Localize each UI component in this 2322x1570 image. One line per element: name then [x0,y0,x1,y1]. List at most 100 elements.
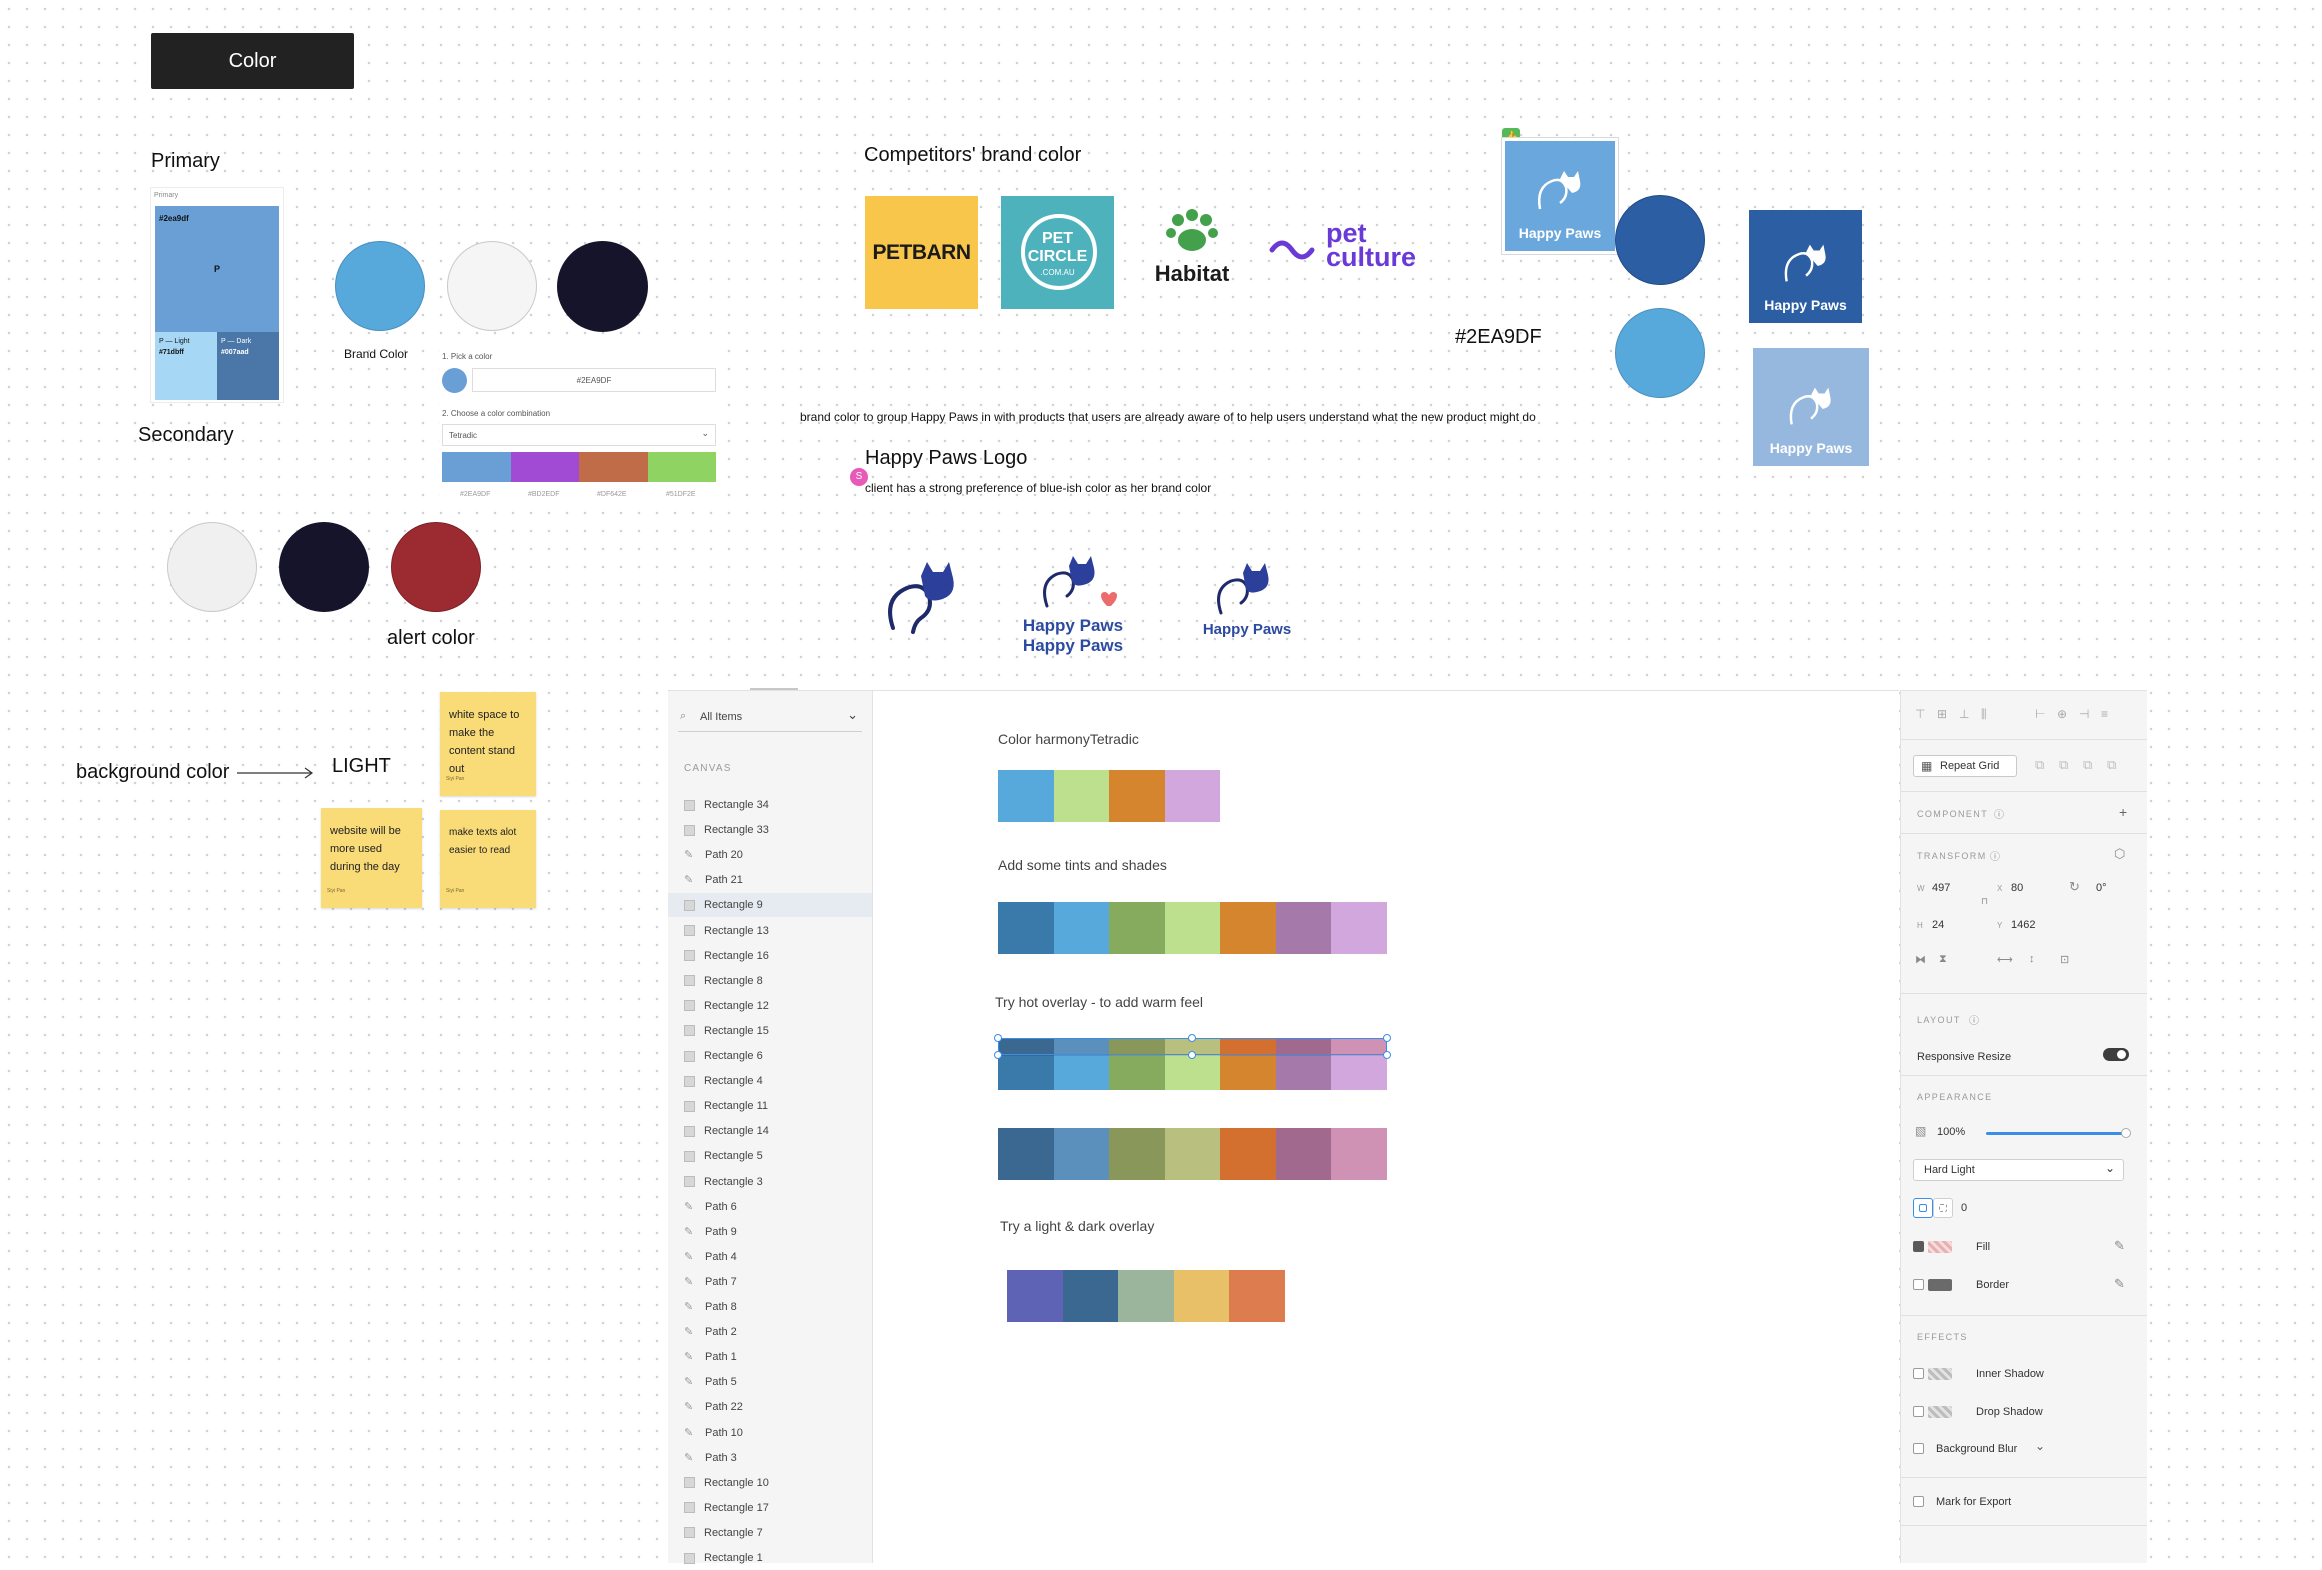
w-value[interactable]: 497 [1932,882,1950,894]
sticky-note[interactable]: white space to make the content stand ou… [440,692,536,796]
color-swatch[interactable] [1109,1128,1165,1180]
border-swatch[interactable] [1928,1279,1952,1291]
layer-item[interactable]: ✎ Path 10 [684,1421,743,1445]
sticky-note[interactable]: website will be more used during the day… [321,808,422,908]
exclude-icon[interactable]: ⧉ [2107,757,2116,773]
opacity-slider[interactable] [1986,1128,2131,1138]
picker-color-dot[interactable] [442,368,467,393]
inner-shadow-checkbox[interactable] [1913,1368,1924,1379]
background-blur-checkbox[interactable] [1913,1443,1924,1454]
color-swatch[interactable] [1164,1128,1221,1180]
layer-item[interactable]: Rectangle 15 [684,1019,769,1043]
layer-item[interactable]: Rectangle 7 [684,1521,763,1545]
add-component-icon[interactable]: + [2119,804,2127,820]
layer-item[interactable]: ✎ Path 8 [684,1295,737,1319]
layer-item[interactable]: Rectangle 11 [684,1094,768,1118]
rotation-value[interactable]: 0° [2096,882,2107,894]
selection-handle[interactable] [994,1051,1002,1059]
picker-swatch[interactable] [579,452,648,482]
harmony-swatch-row[interactable] [998,770,1220,822]
primary-color-card[interactable]: Primary #2ea9df P P — Light #71dbff P — … [151,188,283,402]
alert-red-circle[interactable] [391,522,481,612]
selection-handle[interactable] [994,1034,1002,1042]
distribute-horizontal-icon[interactable]: ≡ [2101,707,2108,721]
color-swatch[interactable] [1062,1270,1119,1322]
color-swatch[interactable] [1229,1270,1285,1322]
align-right-icon[interactable]: ⊣ [2079,707,2089,721]
eyedropper-icon[interactable]: ✎ [2114,1276,2125,1292]
align-top-icon[interactable]: ⊤ [1915,707,1925,721]
drop-shadow-checkbox[interactable] [1913,1406,1924,1417]
corner-radius-per-corner-button[interactable] [1933,1198,1953,1218]
blend-mode-select[interactable]: Hard Light ⌄ [1913,1159,2124,1181]
layer-item[interactable]: ✎ Path 21 [684,868,743,892]
layer-item[interactable]: ✎ Path 5 [684,1370,737,1394]
color-swatch[interactable] [1109,902,1165,954]
color-swatch[interactable] [1164,770,1220,822]
brand-blue-circle[interactable] [335,241,425,331]
color-swatch[interactable] [1053,902,1110,954]
3d-transform-icon[interactable]: ⬡ [2114,846,2125,862]
mark-export-checkbox[interactable] [1913,1496,1924,1507]
fill-checkbox[interactable] [1913,1241,1924,1252]
layer-item[interactable]: ✎ Path 22 [684,1395,743,1419]
layer-item[interactable]: Rectangle 10 [684,1471,769,1495]
slider-thumb[interactable] [2121,1128,2131,1138]
layer-item[interactable]: Rectangle 33 [684,818,769,842]
tints-swatch-row[interactable] [998,902,1388,954]
y-value[interactable]: 1462 [2011,919,2035,931]
layer-item[interactable]: ✎ Path 1 [684,1345,737,1369]
color-swatch[interactable] [1007,1270,1063,1322]
union-icon[interactable]: ⧉ [2035,757,2044,773]
h-value[interactable]: 24 [1932,919,1944,931]
section-title-button[interactable]: Color [151,33,354,89]
color-swatch[interactable] [1173,1270,1230,1322]
color-swatch[interactable] [1220,902,1276,954]
navy-circle[interactable] [557,241,648,332]
distribute-vertical-icon[interactable]: ⫼ [1981,707,1987,722]
repeat-grid-button[interactable]: ▦ Repeat Grid [1913,755,2017,777]
layer-item[interactable]: Rectangle 16 [684,944,769,968]
color-swatch[interactable] [1220,1128,1276,1180]
align-middle-icon[interactable]: ⊞ [1937,707,1947,721]
color-swatch[interactable] [1275,902,1332,954]
layer-item[interactable]: Rectangle 4 [684,1069,763,1093]
selection-handle[interactable] [1383,1051,1391,1059]
color-swatch[interactable] [1331,1128,1388,1180]
lock-aspect-icon[interactable]: ⊓ [1981,896,1988,907]
layer-item[interactable]: Rectangle 8 [684,969,763,993]
picker-swatch[interactable] [510,452,579,482]
layer-item[interactable]: Rectangle 13 [684,919,769,943]
layer-item[interactable]: ✎ Path 3 [684,1446,737,1470]
layer-item[interactable]: Rectangle 1 [684,1546,763,1570]
fill-swatch[interactable] [1928,1241,1952,1253]
corner-radius-value[interactable]: 0 [1961,1202,1967,1214]
color-swatch[interactable] [998,1128,1054,1180]
logo-card-dark-blue[interactable]: Happy Paws [1749,210,1862,323]
corner-radius-single-button[interactable] [1913,1198,1933,1218]
selection-handle[interactable] [1188,1034,1196,1042]
color-swatch[interactable] [998,770,1054,822]
logo-card-pale-blue[interactable]: Happy Paws [1753,348,1869,466]
color-swatch[interactable] [1118,1270,1174,1322]
layer-item[interactable]: ✎ Path 6 [684,1195,737,1219]
layer-item[interactable]: Rectangle 14 [684,1119,769,1143]
layer-item[interactable]: ✎ Path 2 [684,1320,737,1344]
hot-result-swatch-row[interactable] [998,1128,1388,1180]
secondary-navy-circle[interactable] [279,522,369,612]
layer-item[interactable]: Rectangle 6 [684,1044,763,1068]
selection-handle[interactable] [1188,1051,1196,1059]
intersect-icon[interactable]: ⧉ [2083,757,2092,773]
layer-item[interactable]: Rectangle 34 [684,793,769,817]
dark-blue-circle[interactable] [1615,195,1705,285]
align-center-icon[interactable]: ⊕ [2057,707,2067,721]
fixed-width-icon[interactable]: ⟷ [1997,953,2013,966]
layers-filter[interactable]: ⌕ All Items ⌄ [678,705,862,732]
layer-item[interactable]: ✎ Path 9 [684,1220,737,1244]
color-swatch[interactable] [998,902,1054,954]
layer-item[interactable]: Rectangle 3 [684,1170,763,1194]
logo-card-light-blue[interactable]: Happy Paws [1502,138,1618,254]
color-swatch[interactable] [1164,902,1221,954]
layer-item[interactable]: Rectangle 12 [684,994,769,1018]
color-swatch[interactable] [1053,1128,1110,1180]
